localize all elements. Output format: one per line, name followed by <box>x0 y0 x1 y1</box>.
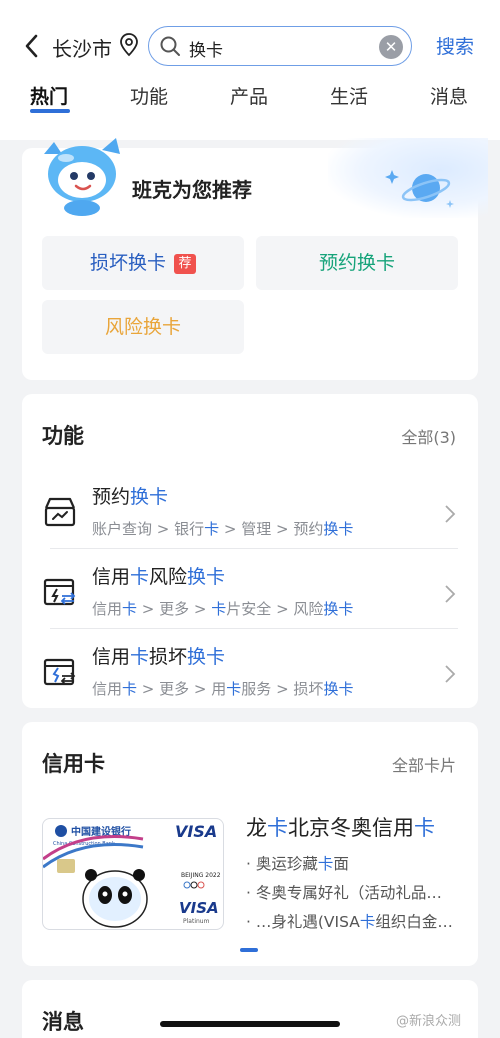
function-row-reserve[interactable]: 预约换卡 账户查询 > 银行卡 > 管理 > 预约换卡 <box>22 478 478 558</box>
mascot-icon <box>44 138 120 216</box>
divider <box>50 548 458 549</box>
function-path: 信用卡 > 更多 > 卡片安全 > 风险换卡 <box>92 600 354 618</box>
category-tabs: 热门 功能 产品 生活 消息 <box>0 78 500 118</box>
function-row-credit-risk[interactable]: 信用卡风险换卡 信用卡 > 更多 > 卡片安全 > 风险换卡 <box>22 558 478 638</box>
card-feature: · 奥运珍藏卡面 <box>246 855 349 873</box>
chip-damaged-card-replace[interactable]: 损坏换卡荐 <box>42 236 244 290</box>
beijing-2022-label: BEIJING 2022 <box>181 872 221 879</box>
visa-logo-bottom: VISA <box>179 899 219 917</box>
header: 长沙市 换卡 ✕ 搜索 热门 功能 产品 生活 消息 <box>0 0 500 140</box>
recommend-card: 班克为您推荐 损坏换卡荐 预约换卡 风险换卡 <box>22 138 488 380</box>
chip-label: 损坏换卡 <box>89 252 166 274</box>
recommend-badge: 荐 <box>174 254 196 274</box>
carousel-indicator <box>240 948 258 952</box>
tab-products[interactable]: 产品 <box>230 82 268 109</box>
reserve-box-icon <box>44 497 76 527</box>
visa-logo: VISA <box>175 822 217 841</box>
function-row-credit-damage[interactable]: 信用卡损坏换卡 信用卡 > 更多 > 用卡服务 > 损坏换卡 <box>22 638 478 708</box>
credit-title: 信用卡 <box>42 752 105 776</box>
top-bar: 长沙市 换卡 ✕ 搜索 <box>0 24 500 68</box>
search-box[interactable]: 换卡 ✕ <box>148 26 412 66</box>
chevron-right-icon <box>445 585 456 603</box>
function-path: 账户查询 > 银行卡 > 管理 > 预约换卡 <box>92 520 354 538</box>
chip-reserve-card-replace[interactable]: 预约换卡 <box>256 236 458 290</box>
back-arrow-icon[interactable] <box>22 32 44 60</box>
active-tab-indicator <box>30 109 70 113</box>
chip-label: 预约换卡 <box>318 252 395 274</box>
functions-card: 功能 全部(3) 预约换卡 账户查询 > 银行卡 > 管理 > 预约换卡 信用卡… <box>22 394 478 708</box>
chip-label: 风险换卡 <box>104 316 181 338</box>
search-icon <box>160 36 180 56</box>
divider <box>50 628 458 629</box>
tab-life[interactable]: 生活 <box>330 82 368 109</box>
card-risk-icon <box>43 578 76 606</box>
function-title: 信用卡损坏换卡 <box>92 646 226 668</box>
location-pin-icon[interactable] <box>118 32 140 58</box>
chevron-right-icon <box>445 665 456 683</box>
tab-functions[interactable]: 功能 <box>130 82 168 109</box>
watermark: @新浪众测 <box>396 1014 462 1029</box>
functions-all-link[interactable]: 全部(3) <box>401 424 456 448</box>
function-title: 预约换卡 <box>92 486 169 508</box>
tab-hot[interactable]: 热门 <box>30 82 68 109</box>
function-title: 信用卡风险换卡 <box>92 566 226 588</box>
credit-card-image[interactable]: 中国建设银行 China Construction Bank VISA BEIJ… <box>42 818 224 930</box>
clear-search-icon[interactable]: ✕ <box>379 35 403 59</box>
functions-title: 功能 <box>42 424 84 448</box>
tab-messages[interactable]: 消息 <box>430 82 468 109</box>
card-damage-icon <box>43 658 76 686</box>
credit-all-cards-link[interactable]: 全部卡片 <box>392 752 456 776</box>
home-indicator[interactable] <box>160 1021 340 1027</box>
chip-risk-card-replace[interactable]: 风险换卡 <box>42 300 244 354</box>
card-feature: · …身礼遇(VISA卡组织白金… <box>246 913 453 931</box>
card-feature: · 冬奥专属好礼（活动礼品… <box>246 884 442 902</box>
chevron-right-icon <box>445 505 456 523</box>
card-tier: Platinum <box>183 918 210 925</box>
messages-title: 消息 <box>42 1010 84 1034</box>
planet-icon <box>385 170 454 208</box>
recommend-title: 班克为您推荐 <box>132 178 252 202</box>
function-path: 信用卡 > 更多 > 用卡服务 > 损坏换卡 <box>92 680 354 698</box>
messages-card: 消息 <box>22 980 478 1038</box>
card-art: 中国建设银行 China Construction Bank VISA BEIJ… <box>43 822 221 928</box>
credit-card-section: 信用卡 全部卡片 中国建设银行 China Construction Bank … <box>22 722 478 966</box>
search-button[interactable]: 搜索 <box>436 32 474 59</box>
city-label[interactable]: 长沙市 <box>52 33 112 62</box>
credit-card-name[interactable]: 龙卡北京冬奥信用卡 <box>246 812 435 842</box>
search-input[interactable]: 换卡 <box>189 36 223 61</box>
